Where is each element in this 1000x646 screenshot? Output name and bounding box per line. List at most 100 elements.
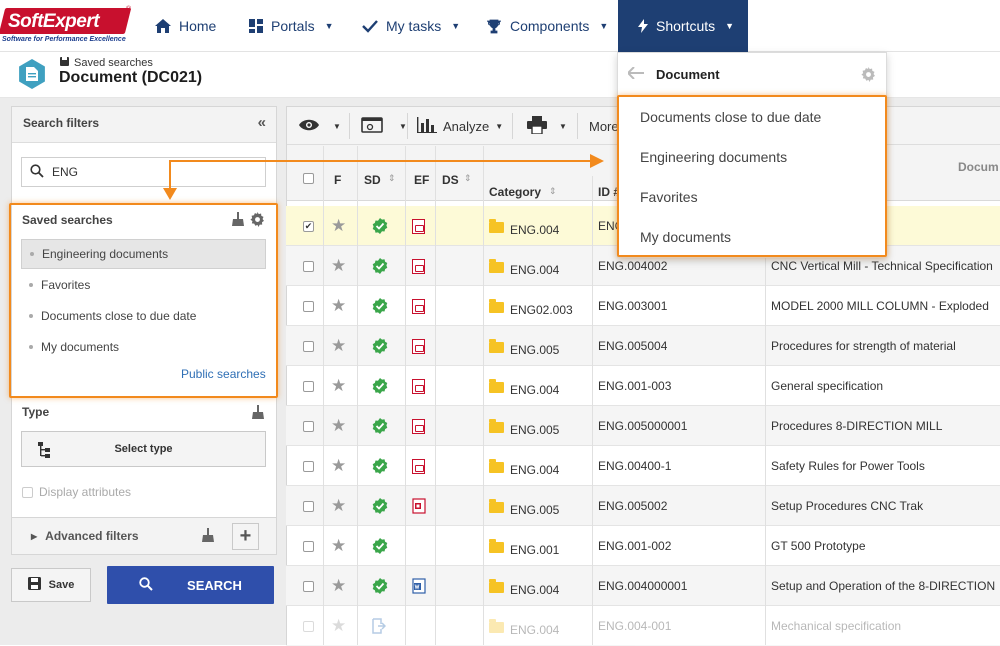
favorite-star-icon[interactable]: ★ <box>331 286 346 326</box>
id-cell[interactable]: ENG.001-002 <box>598 526 671 566</box>
row-checkbox[interactable] <box>303 486 314 526</box>
broom-icon[interactable] <box>252 405 264 422</box>
title-cell[interactable]: Setup and Operation of the 8-DIRECTION <box>771 566 1000 606</box>
table-row[interactable]: ★ ENG.005 ENG.005004 Procedures for strengt… <box>286 326 1000 366</box>
id-cell[interactable]: ENG.00400-1 <box>598 446 671 486</box>
analyze-menu[interactable]: Analyze ▼ <box>417 107 503 145</box>
title-cell[interactable]: General specification <box>771 366 1000 406</box>
table-row[interactable]: ★ ENG.005 ENG.005002 Setup Procedures CNC T… <box>286 486 1000 526</box>
row-checkbox[interactable] <box>303 606 314 646</box>
column-category[interactable]: Category <box>489 185 541 199</box>
row-checkbox[interactable]: ✔ <box>303 206 314 246</box>
category-cell: ENG.001 <box>489 526 559 566</box>
print-menu[interactable]: ▼ <box>527 107 567 145</box>
pdf-file-icon[interactable] <box>412 246 425 286</box>
row-checkbox[interactable] <box>303 406 314 446</box>
id-cell[interactable]: ENG.004-001 <box>598 606 671 646</box>
table-row[interactable]: ★ ENG.004 ENG.00400-1 Safety Rules for Powe… <box>286 446 1000 486</box>
title-cell[interactable]: Mechanical specification <box>771 606 1000 646</box>
status-ok-icon <box>372 246 388 286</box>
pdf-file-icon[interactable] <box>412 366 425 406</box>
favorite-star-icon[interactable]: ★ <box>331 366 346 406</box>
softexpert-logo[interactable]: SoftExpert ® Software for Performance Ex… <box>0 6 132 48</box>
advanced-filters-label[interactable]: ▶ Advanced filters <box>31 529 139 543</box>
gear-icon[interactable] <box>861 67 876 85</box>
nav-components[interactable]: Components ▼ <box>486 0 608 52</box>
display-attributes-checkbox[interactable]: Display attributes <box>22 485 131 499</box>
layout-menu[interactable]: ▼ <box>361 107 407 145</box>
view-menu[interactable]: ▼ <box>299 107 341 145</box>
favorite-star-icon[interactable]: ★ <box>331 606 346 646</box>
saved-searches-highlight <box>9 203 278 398</box>
id-cell[interactable]: ENG.004000001 <box>598 566 687 606</box>
grid-icon <box>249 19 263 33</box>
table-row[interactable]: ★ ENG.001 ENG.001-002 GT 500 Prototype <box>286 526 1000 566</box>
title-cell[interactable]: Setup Procedures CNC Trak <box>771 486 1000 526</box>
title-cell[interactable]: MODEL 2000 MILL COLUMN - Exploded <box>771 286 1000 326</box>
nav-shortcuts[interactable]: Shortcuts ▼ <box>618 0 748 52</box>
title-cell[interactable]: Procedures 8-DIRECTION MILL <box>771 406 1000 446</box>
id-cell[interactable]: ENG.001-003 <box>598 366 671 406</box>
tree-icon <box>38 442 50 461</box>
category-cell: ENG02.003 <box>489 286 573 326</box>
collapse-icon[interactable]: « <box>258 114 266 131</box>
favorite-star-icon[interactable]: ★ <box>331 206 346 246</box>
broom-icon[interactable] <box>202 528 214 545</box>
pdf-file-icon[interactable] <box>412 326 425 366</box>
add-filter-button[interactable]: + <box>232 523 259 550</box>
status-ok-icon <box>372 406 388 446</box>
search-button[interactable]: SEARCH <box>107 566 274 604</box>
table-row[interactable]: ★ ENG.004 ENG.004-001 Mechanical specificat… <box>286 606 1000 646</box>
select-type-button[interactable]: Select type <box>21 431 266 467</box>
ppt-file-icon[interactable] <box>412 486 426 526</box>
pdf-file-icon[interactable] <box>412 406 425 446</box>
id-cell[interactable]: ENG.005000001 <box>598 406 687 446</box>
pdf-file-icon[interactable] <box>412 206 425 246</box>
row-checkbox[interactable] <box>303 366 314 406</box>
favorite-star-icon[interactable]: ★ <box>331 566 346 606</box>
trophy-icon <box>486 19 502 34</box>
table-row[interactable]: ★ ENG.004 ENG.001-003 General specification <box>286 366 1000 406</box>
nav-my-tasks[interactable]: My tasks ▼ <box>362 0 460 52</box>
nav-portals[interactable]: Portals ▼ <box>249 0 334 52</box>
title-cell[interactable]: GT 500 Prototype <box>771 526 1000 566</box>
row-checkbox[interactable] <box>303 286 314 326</box>
more-menu[interactable]: More <box>589 107 619 145</box>
row-checkbox[interactable] <box>303 446 314 486</box>
column-ef[interactable]: EF <box>414 173 429 187</box>
pdf-file-icon[interactable] <box>412 446 425 486</box>
favorite-star-icon[interactable]: ★ <box>331 246 346 286</box>
logo-text: SoftExpert <box>8 11 100 32</box>
folder-icon <box>489 298 504 313</box>
favorite-star-icon[interactable]: ★ <box>331 326 346 366</box>
id-cell[interactable]: ENG.005004 <box>598 326 667 366</box>
id-cell[interactable]: ENG.005002 <box>598 486 667 526</box>
shortcuts-highlight <box>617 95 887 257</box>
table-row[interactable]: ★ ENG.005 ENG.005000001 Procedures 8-DIRECT… <box>286 406 1000 446</box>
column-f[interactable]: F <box>334 173 341 187</box>
id-cell[interactable]: ENG.003001 <box>598 286 667 326</box>
title-cell[interactable]: Procedures for strength of material <box>771 326 1000 366</box>
pdf-file-icon[interactable] <box>412 286 425 326</box>
column-ds[interactable]: DS <box>442 173 459 187</box>
back-arrow-icon[interactable] <box>626 66 644 82</box>
row-checkbox[interactable] <box>303 566 314 606</box>
save-button[interactable]: Save <box>11 568 91 602</box>
doc-file-icon[interactable] <box>412 566 426 606</box>
select-all-checkbox[interactable] <box>303 173 314 184</box>
favorite-star-icon[interactable]: ★ <box>331 486 346 526</box>
column-sd[interactable]: SD <box>364 173 381 187</box>
column-document-group[interactable]: Docum <box>958 160 999 174</box>
nav-home[interactable]: Home <box>155 0 216 52</box>
favorite-star-icon[interactable]: ★ <box>331 526 346 566</box>
row-checkbox[interactable] <box>303 326 314 366</box>
category-cell: ENG.004 <box>489 446 559 486</box>
row-checkbox[interactable] <box>303 526 314 566</box>
row-checkbox[interactable] <box>303 246 314 286</box>
favorite-star-icon[interactable]: ★ <box>331 406 346 446</box>
title-cell[interactable]: Safety Rules for Power Tools <box>771 446 1000 486</box>
favorite-star-icon[interactable]: ★ <box>331 446 346 486</box>
workflow-icon <box>372 606 386 646</box>
table-row[interactable]: ★ ENG.004 ENG.004000001 Setup and Operation… <box>286 566 1000 606</box>
table-row[interactable]: ★ ENG02.003 ENG.003001 MODEL 2000 MILL COLU… <box>286 286 1000 326</box>
